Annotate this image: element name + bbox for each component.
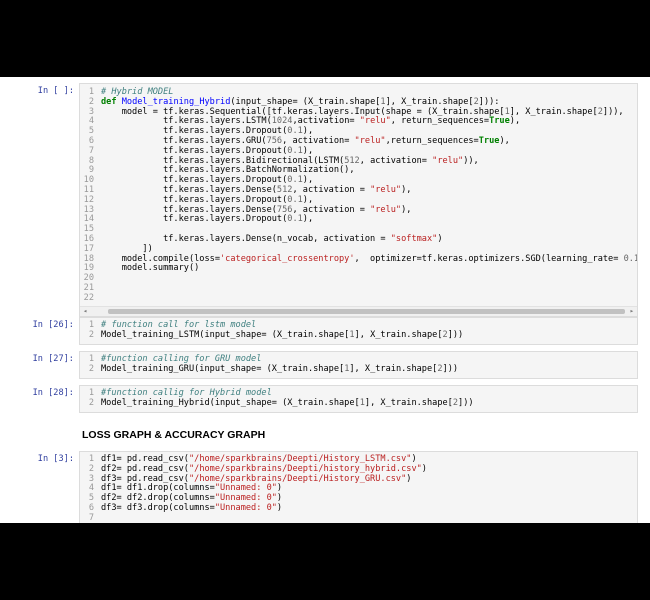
code-text: tf.keras.layers.Dropout(0.1), — [101, 175, 314, 186]
cell-prompt: In [ ]: — [37, 86, 74, 96]
code-editor[interactable]: 1 #function callig for Hybrid model 2 Model… — [79, 385, 638, 413]
code-text: df1= pd.read_csv("/home/sparkbrains/Deep… — [101, 454, 417, 464]
line-number: 2 — [88, 397, 94, 408]
code-text: tf.keras.layers.BatchNormalization(), — [101, 165, 355, 176]
code-text: Model_training_Hybrid(input_shape= (X_tr… — [101, 397, 474, 408]
code-text: # function call for lstm model — [101, 320, 257, 330]
code-text: tf.keras.layers.LSTM(1024,activation= "r… — [101, 116, 521, 127]
code-text: df3= df3.drop(columns="Unnamed: 0") — [101, 502, 283, 513]
code-line[interactable]: 22 — [80, 292, 637, 304]
code-text: model.compile(loss='categorical_crossent… — [101, 253, 638, 264]
code-text: #function calling for GRU model — [101, 354, 262, 364]
code-line[interactable]: 7 — [80, 512, 637, 523]
scroll-right-icon[interactable]: ▸ — [630, 307, 634, 316]
cell-prompt: In [26]: — [32, 320, 74, 330]
code-text: Model_training_GRU(input_shape= (X_train… — [101, 363, 459, 374]
code-text: tf.keras.layers.Dense(512, activation = … — [101, 184, 412, 195]
notebook-page: In [ ]: 1 # Hybrid MODEL 2 def Model_traini… — [0, 77, 650, 523]
code-text: tf.keras.layers.Bidirectional(LSTM(512, … — [101, 155, 479, 166]
line-number: 2 — [88, 329, 94, 340]
code-editor[interactable]: 1 # function call for lstm model 2 Model_tr… — [79, 317, 638, 345]
code-text: def Model_training_Hybrid(input_shape= (… — [101, 96, 500, 107]
code-text: model.summary() — [101, 263, 200, 274]
code-line[interactable]: 14 tf.keras.layers.Dropout(0.1), — [80, 214, 637, 225]
scroll-left-icon[interactable]: ◂ — [83, 307, 87, 316]
code-line[interactable]: 19 model.summary() — [80, 263, 637, 274]
code-text: ]) — [101, 243, 153, 254]
code-text: tf.keras.layers.Dropout(0.1), — [101, 145, 314, 156]
markdown-heading: LOSS GRAPH & ACCURACY GRAPH — [82, 429, 266, 441]
code-line[interactable]: 2 Model_training_GRU(input_shape= (X_trai… — [80, 363, 637, 375]
code-text: # Hybrid MODEL — [101, 87, 174, 97]
line-number: 2 — [88, 363, 94, 374]
code-text: tf.keras.layers.Dropout(0.1), — [101, 126, 314, 137]
code-text: model = tf.keras.Sequential([tf.keras.la… — [101, 106, 624, 117]
code-line[interactable]: 20 — [80, 273, 637, 284]
code-line[interactable]: 6 df3= df3.drop(columns="Unnamed: 0") — [80, 502, 637, 514]
code-text: Model_training_LSTM(input_shape= (X_trai… — [101, 329, 464, 340]
code-text: df2= df2.drop(columns="Unnamed: 0") — [101, 493, 283, 504]
code-text: tf.keras.layers.GRU(756, activation= "re… — [101, 135, 510, 146]
code-line[interactable]: 21 — [80, 283, 637, 294]
code-editor[interactable]: 1 #function calling for GRU model 2 Model_t… — [79, 351, 638, 379]
line-number: 7 — [88, 512, 94, 523]
code-editor[interactable]: 1 df1= pd.read_csv("/home/sparkbrains/Dee… — [79, 451, 638, 523]
code-line[interactable]: 16 tf.keras.layers.Dense(n_vocab, activa… — [80, 233, 637, 245]
horizontal-scrollbar[interactable]: ◂ ▸ — [80, 306, 637, 316]
code-text: tf.keras.layers.Dense(756, activation = … — [101, 204, 412, 215]
scrollbar-thumb[interactable] — [108, 309, 625, 314]
code-text: df1= df1.drop(columns="Unnamed: 0") — [101, 483, 283, 494]
cell-prompt: In [27]: — [32, 354, 74, 364]
code-text: tf.keras.layers.Dense(n_vocab, activatio… — [101, 233, 443, 244]
code-text: df3= pd.read_csv("/home/sparkbrains/Deep… — [101, 473, 412, 484]
line-number: 22 — [83, 292, 94, 303]
code-editor[interactable]: 1 # Hybrid MODEL 2 def Model_training_Hybri… — [79, 83, 638, 317]
code-line[interactable]: 2 Model_training_Hybrid(input_shape= (X_t… — [80, 397, 637, 409]
code-text: tf.keras.layers.Dropout(0.1), — [101, 194, 314, 205]
cell-prompt: In [28]: — [32, 388, 74, 398]
code-text: tf.keras.layers.Dropout(0.1), — [101, 214, 314, 225]
cell-prompt: In [3]: — [37, 454, 74, 464]
code-line[interactable]: 2 Model_training_LSTM(input_shape= (X_tra… — [80, 329, 637, 341]
code-text: #function callig for Hybrid model — [101, 388, 272, 398]
code-text: df2= pd.read_csv("/home/sparkbrains/Deep… — [101, 463, 427, 474]
